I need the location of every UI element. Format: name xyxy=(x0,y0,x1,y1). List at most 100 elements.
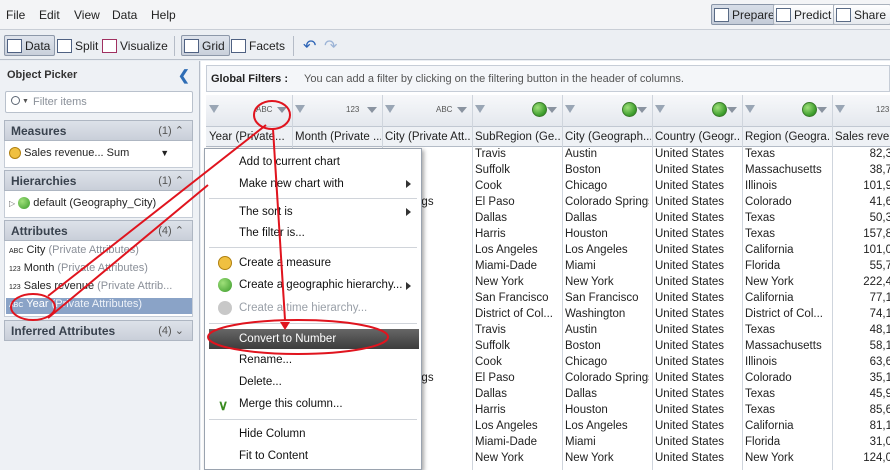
table-cell[interactable]: California xyxy=(745,244,829,260)
table-cell[interactable]: 45,9 xyxy=(834,388,890,404)
table-cell[interactable]: Travis xyxy=(475,324,559,340)
table-cell[interactable]: 50,3 xyxy=(834,212,890,228)
column-header-label[interactable]: SubRegion (Ge... xyxy=(475,131,561,143)
column-filter-icon[interactable] xyxy=(565,105,575,113)
table-cell[interactable]: San Francisco xyxy=(565,292,649,308)
attribute-item-month[interactable]: 123 Month (Private Attributes) xyxy=(9,262,148,274)
table-cell[interactable]: Cook xyxy=(475,356,559,372)
table-cell[interactable]: 38,7 xyxy=(834,164,890,180)
table-cell[interactable]: Illinois xyxy=(745,180,829,196)
column-menu-dropdown-icon[interactable] xyxy=(727,107,737,113)
table-cell[interactable]: United States xyxy=(655,276,739,292)
table-cell[interactable]: United States xyxy=(655,148,739,164)
table-cell[interactable]: United States xyxy=(655,388,739,404)
table-cell[interactable]: United States xyxy=(655,196,739,212)
table-cell[interactable]: New York xyxy=(565,452,649,468)
table-cell[interactable]: 82,3 xyxy=(834,148,890,164)
share-mode-button[interactable]: Share xyxy=(833,4,890,25)
table-cell[interactable]: United States xyxy=(655,180,739,196)
table-cell[interactable]: Massachusetts xyxy=(745,340,829,356)
menu-item-delete[interactable]: Delete... xyxy=(239,376,282,388)
facets-button[interactable]: Facets xyxy=(228,35,290,56)
table-cell[interactable]: Florida xyxy=(745,260,829,276)
table-cell[interactable]: District of Col... xyxy=(745,308,829,324)
column-header-label[interactable]: Sales revenu xyxy=(835,131,890,143)
table-cell[interactable]: 55,7 xyxy=(834,260,890,276)
table-cell[interactable]: Texas xyxy=(745,324,829,340)
table-cell[interactable]: United States xyxy=(655,212,739,228)
table-cell[interactable]: United States xyxy=(655,340,739,356)
menu-item-filter[interactable]: The filter is... xyxy=(239,227,305,239)
menu-file[interactable]: File xyxy=(6,8,25,22)
table-cell[interactable]: 77,1 xyxy=(834,292,890,308)
table-cell[interactable]: United States xyxy=(655,308,739,324)
column-header-label[interactable]: Month (Private ... xyxy=(295,131,381,143)
inferred-attributes-section-header[interactable]: Inferred Attributes (4) ⌄ xyxy=(4,320,193,341)
table-cell[interactable]: Texas xyxy=(745,212,829,228)
collapse-panel-icon[interactable]: ❮ xyxy=(178,67,190,84)
column-filter-icon[interactable] xyxy=(745,105,755,113)
table-cell[interactable]: New York xyxy=(745,276,829,292)
expand-arrow-icon[interactable]: ▷ xyxy=(9,199,15,208)
menu-help[interactable]: Help xyxy=(151,8,176,22)
grid-button[interactable]: Grid xyxy=(181,35,230,56)
table-cell[interactable]: Chicago xyxy=(565,356,649,372)
table-cell[interactable]: Los Angeles xyxy=(565,420,649,436)
table-cell[interactable]: Miami-Dade xyxy=(475,260,559,276)
table-cell[interactable]: Dallas xyxy=(475,388,559,404)
column-menu-dropdown-icon[interactable] xyxy=(277,107,287,113)
table-cell[interactable]: Texas xyxy=(745,404,829,420)
table-cell[interactable]: Suffolk xyxy=(475,164,559,180)
table-cell[interactable]: Harris xyxy=(475,228,559,244)
table-cell[interactable]: United States xyxy=(655,324,739,340)
predict-mode-button[interactable]: Predict xyxy=(773,4,837,25)
column-filter-icon[interactable] xyxy=(655,105,665,113)
table-cell[interactable]: Boston xyxy=(565,340,649,356)
table-cell[interactable]: United States xyxy=(655,228,739,244)
column-filter-icon[interactable] xyxy=(385,105,395,113)
table-cell[interactable]: United States xyxy=(655,404,739,420)
table-cell[interactable]: Colorado xyxy=(745,196,829,212)
table-cell[interactable]: 124,0 xyxy=(834,452,890,468)
table-cell[interactable]: Colorado Springs xyxy=(565,196,649,212)
table-cell[interactable]: Suffolk xyxy=(475,340,559,356)
table-cell[interactable]: Dallas xyxy=(565,388,649,404)
table-cell[interactable]: Colorado Springs xyxy=(565,372,649,388)
table-cell[interactable]: Texas xyxy=(745,148,829,164)
table-cell[interactable]: Massachusetts xyxy=(745,164,829,180)
table-cell[interactable]: New York xyxy=(475,452,559,468)
table-cell[interactable]: Florida xyxy=(745,436,829,452)
column-header-label[interactable]: City (Private Att... xyxy=(385,131,471,143)
table-cell[interactable]: 63,6 xyxy=(834,356,890,372)
table-cell[interactable]: Los Angeles xyxy=(475,244,559,260)
measures-section-header[interactable]: Measures (1) ⌃ xyxy=(4,120,193,141)
table-cell[interactable]: 41,6 xyxy=(834,196,890,212)
table-cell[interactable]: United States xyxy=(655,164,739,180)
table-cell[interactable]: 101,0 xyxy=(834,244,890,260)
column-filter-icon[interactable] xyxy=(295,105,305,113)
table-cell[interactable]: Miami xyxy=(565,436,649,452)
menu-item-make-chart[interactable]: Make new chart with xyxy=(239,178,344,190)
table-cell[interactable]: 101,9 xyxy=(834,180,890,196)
table-cell[interactable]: District of Col... xyxy=(475,308,559,324)
menu-item-create-geo-hierarchy[interactable]: Create a geographic hierarchy... xyxy=(239,279,402,291)
table-cell[interactable]: United States xyxy=(655,372,739,388)
data-view-button[interactable]: Data xyxy=(4,35,56,56)
hierarchies-section-header[interactable]: Hierarchies (1) ⌃ xyxy=(4,170,193,191)
table-cell[interactable]: 31,0 xyxy=(834,436,890,452)
table-cell[interactable]: Texas xyxy=(745,228,829,244)
table-cell[interactable]: El Paso xyxy=(475,372,559,388)
menu-edit[interactable]: Edit xyxy=(39,8,60,22)
filter-items-input[interactable]: ▼ Filter items xyxy=(5,91,193,113)
column-filter-icon[interactable] xyxy=(209,105,219,113)
attributes-section-header[interactable]: Attributes (4) ⌃ xyxy=(4,220,193,241)
table-cell[interactable]: 58,1 xyxy=(834,340,890,356)
table-cell[interactable]: Houston xyxy=(565,228,649,244)
undo-button[interactable]: ↶ xyxy=(300,35,322,56)
table-cell[interactable]: San Francisco xyxy=(475,292,559,308)
prepare-mode-button[interactable]: Prepare xyxy=(711,4,780,25)
column-menu-dropdown-icon[interactable] xyxy=(367,107,377,113)
table-cell[interactable]: Austin xyxy=(565,324,649,340)
table-cell[interactable]: 48,1 xyxy=(834,324,890,340)
column-header-label[interactable]: Country (Geogr... xyxy=(655,131,741,143)
